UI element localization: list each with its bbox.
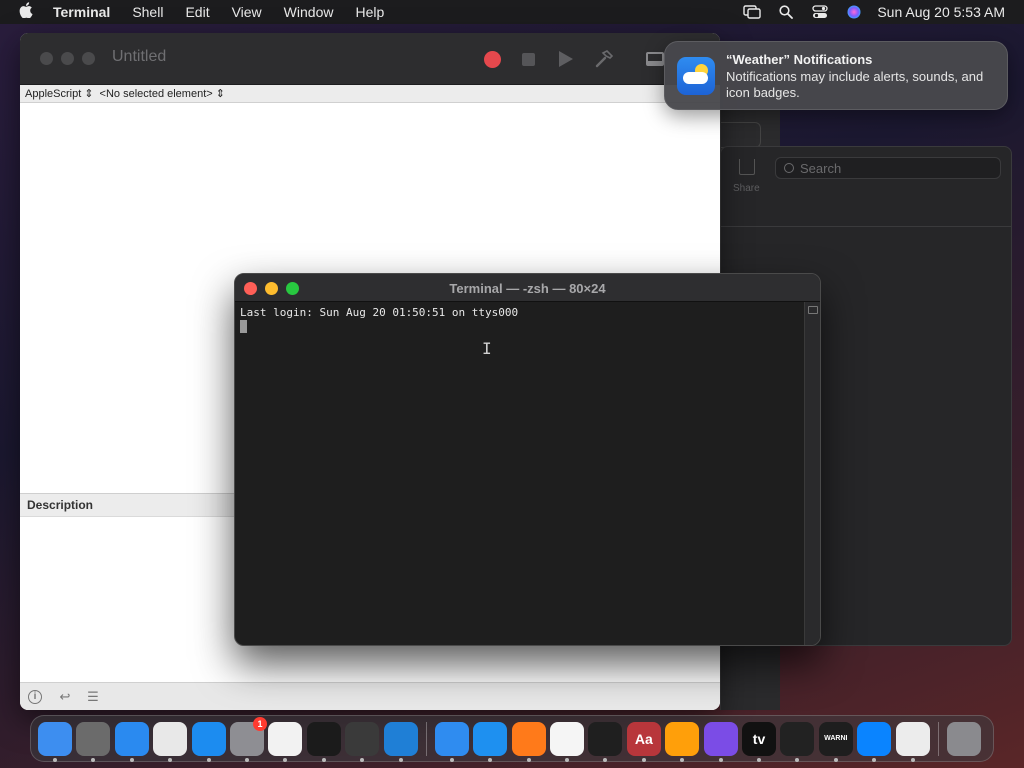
terminal-content[interactable]: Last login: Sun Aug 20 01:50:51 on ttys0… [235,302,804,645]
dock-app-store-icon[interactable] [191,721,226,762]
replies-button[interactable]: ↩ [56,689,74,705]
close-button[interactable] [40,52,53,65]
play-icon [559,51,573,67]
info-icon: i [28,689,42,704]
list-icon: ☰ [87,688,99,704]
dock-dictionary-icon[interactable]: Aa [626,721,661,762]
language-popup[interactable]: AppleScript ⇕ [22,87,97,100]
dock-home-icon[interactable] [665,721,700,762]
notification-badge: 1 [252,716,267,731]
menu-app-name[interactable]: Terminal [52,4,121,20]
dock-separator [425,721,427,756]
dock: 1 Aa tv WARNI [30,715,994,762]
share-icon[interactable] [739,159,755,175]
dock-console-label: WARNI [824,735,848,742]
dock-firefox-icon[interactable] [511,721,546,762]
dock-system-settings-icon[interactable]: 1 [229,716,267,762]
terminal-title: Terminal — -zsh — 80×24 [449,281,606,296]
terminal-scrollbar[interactable] [804,302,820,645]
language-popup-label: AppleScript [25,88,82,100]
window-title: Untitled [112,48,167,65]
notification-title: “Weather” Notifications [726,52,873,67]
search-input[interactable]: Search [775,157,1001,179]
zoom-button[interactable] [82,52,95,65]
element-popup[interactable]: <No selected element> ⇕ [97,87,228,100]
terminal-last-login-line: Last login: Sun Aug 20 01:50:51 on ttys0… [240,306,519,319]
control-center-icon[interactable] [803,0,837,24]
dock-voice-memos-icon[interactable] [588,721,623,762]
script-editor-titlebar: Untitled [20,33,720,85]
ibeam-cursor-icon: I [482,339,492,358]
dock-safari-icon[interactable] [114,721,149,762]
dock-weather-icon[interactable] [434,721,469,762]
terminal-cursor [240,320,247,333]
dock-separator [937,721,939,756]
hammer-icon [595,50,614,68]
dock-terminal-icon[interactable] [306,721,341,762]
status-area: Sun Aug 20 5:53 AM [735,0,1024,24]
script-editor-bottom-bar: i ↩ ☰ [20,682,720,710]
stop-button[interactable] [517,48,539,70]
menu-bar: Terminal Shell Edit View Window Help Sun… [0,0,1024,24]
menu-view[interactable]: View [221,4,273,20]
split-pane-icon[interactable] [808,306,818,314]
return-arrow-icon: ↩ [59,688,71,704]
layout-icon [646,52,664,66]
minimize-button[interactable] [61,52,74,65]
dock-keynote-icon[interactable] [473,721,508,762]
dock-finder-icon[interactable] [38,721,72,762]
dock-podcasts-creator-icon[interactable] [703,721,738,762]
background-window-control [721,122,761,148]
share-label: Share [733,183,760,194]
compile-button[interactable] [593,48,615,70]
siri-icon[interactable] [837,0,871,24]
menu-edit[interactable]: Edit [174,4,220,20]
dock-apple-tv-label: tv [752,730,766,747]
search-placeholder: Search [800,160,842,176]
menu-shell[interactable]: Shell [121,4,174,20]
weather-app-icon [677,57,715,95]
menu-help[interactable]: Help [344,4,395,20]
screen-mirroring-icon[interactable] [735,0,769,24]
navigation-bar: AppleScript ⇕ <No selected element> ⇕ [20,85,720,103]
dock-script-editor-icon[interactable] [895,721,930,762]
dock-textedit-icon[interactable] [268,721,303,762]
element-popup-label: <No selected element> [99,88,213,100]
dock-console-icon[interactable]: WARNI [818,721,853,762]
terminal-window: Terminal — -zsh — 80×24 Last login: Sun … [234,273,821,646]
background-window-toolbar: Share Search [721,147,1011,227]
search-icon [784,163,794,173]
dock-launchpad-icon[interactable] [76,721,111,762]
info-button[interactable]: i [28,689,46,704]
description-label: Description [27,498,94,512]
dock-chrome-icon[interactable] [153,721,188,762]
dock-apple-tv-icon[interactable]: tv [742,721,777,762]
dock-trash-icon[interactable] [946,721,981,756]
run-button[interactable] [555,48,577,70]
cloud-icon [683,72,708,84]
menu-clock[interactable]: Sun Aug 20 5:53 AM [871,4,1024,20]
record-icon [483,50,501,68]
menu-window[interactable]: Window [273,4,345,20]
dock-dictionary-label: Aa [634,730,653,747]
notification-body: Notifications may include alerts, sounds… [726,69,984,100]
dock-freeform-icon[interactable] [550,721,585,762]
weather-notification[interactable]: “Weather” Notifications Notifications ma… [664,41,1008,110]
record-button[interactable] [481,48,503,70]
window-controls [40,52,95,65]
stop-icon [521,52,535,66]
dock-bluetooth-screen-sharing-icon[interactable] [857,721,892,762]
dock-vscode-icon[interactable] [383,721,418,762]
event-log-button[interactable]: ☰ [84,689,102,705]
dock-garageband-icon[interactable] [345,721,380,762]
layout-toggle-button[interactable] [644,48,666,70]
dock-activity-monitor-icon[interactable] [780,721,815,762]
terminal-titlebar[interactable]: Terminal — -zsh — 80×24 [235,274,820,302]
spotlight-search-icon[interactable] [769,0,803,24]
apple-menu-icon[interactable] [0,1,52,23]
